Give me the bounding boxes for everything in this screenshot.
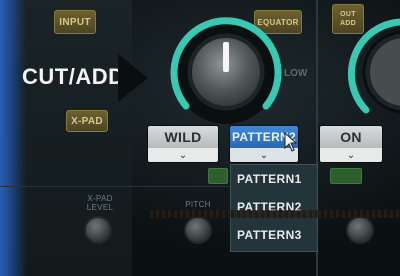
- xpad-level-knob[interactable]: [84, 216, 112, 244]
- on-selector-label: ON: [320, 126, 382, 148]
- cutadd-knob[interactable]: [164, 14, 288, 126]
- decorative-grid-strip: [150, 210, 400, 218]
- chevron-down-icon: ⌄: [320, 148, 382, 162]
- wild-selector[interactable]: WILD ⌄: [148, 126, 218, 162]
- green-toggle-right[interactable]: [330, 168, 362, 184]
- input-button[interactable]: INPUT: [54, 10, 96, 34]
- title-pointer: [118, 54, 148, 102]
- low-label: LOW: [284, 68, 308, 79]
- green-toggle-left[interactable]: [208, 168, 228, 184]
- wild-selector-label: WILD: [148, 126, 218, 148]
- right-knob[interactable]: [336, 14, 400, 126]
- pattern-dropdown-menu: PATTERN1 PATTERN2 PATTERN3: [230, 164, 318, 252]
- row-divider: [0, 186, 230, 187]
- pitch-label: PITCH: [185, 200, 211, 209]
- mixer-screen: INPUT EQUATOR OUT ADD CUT/ADD X-PAD LOW: [0, 0, 400, 276]
- right-mini-knob[interactable]: [346, 216, 374, 244]
- xpad-button[interactable]: X-PAD: [66, 110, 108, 132]
- dropdown-option-pattern1[interactable]: PATTERN1: [231, 165, 317, 193]
- screen-glare: [0, 0, 26, 276]
- mouse-cursor-icon: [284, 131, 298, 157]
- dropdown-option-pattern3[interactable]: PATTERN3: [231, 221, 317, 249]
- on-selector[interactable]: ON ⌄: [320, 126, 382, 162]
- xpad-level-label: X-PAD LEVEL: [86, 194, 114, 212]
- chevron-down-icon: ⌄: [148, 148, 218, 162]
- pitch-knob[interactable]: [184, 216, 212, 244]
